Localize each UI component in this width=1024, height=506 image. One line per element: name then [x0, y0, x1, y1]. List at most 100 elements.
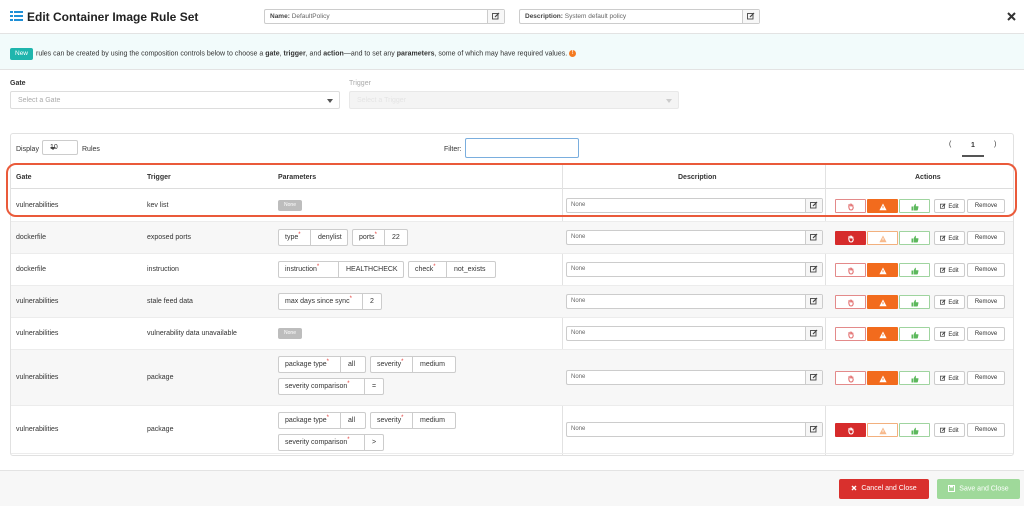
go-action-button[interactable] [899, 423, 930, 437]
param-chip: type* denylist [278, 229, 348, 246]
go-action-button[interactable] [899, 327, 930, 341]
edit-icon [810, 425, 818, 433]
edit-label: Edit [948, 204, 959, 210]
rule-description-field[interactable]: None [566, 294, 823, 309]
remove-rule-button[interactable]: Remove [967, 263, 1005, 277]
description-placeholder: None [571, 426, 586, 432]
param-value: all [348, 361, 356, 368]
description-value: System default policy [564, 13, 627, 20]
stop-action-button[interactable] [835, 327, 866, 341]
name-field[interactable]: Name: DefaultPolicy [264, 9, 505, 24]
edit-icon [810, 265, 818, 273]
edit-icon [492, 12, 500, 20]
close-icon[interactable] [1007, 12, 1016, 21]
edit-rule-button[interactable]: Edit [934, 199, 965, 213]
remove-rule-button[interactable]: Remove [967, 231, 1005, 245]
rule-description-field[interactable]: None [566, 198, 823, 213]
description-field[interactable]: Description: System default policy [519, 9, 760, 24]
warn-action-button[interactable] [867, 199, 898, 213]
edit-description-button[interactable] [805, 423, 822, 436]
edit-icon [940, 299, 946, 305]
edit-name-button[interactable] [487, 10, 504, 23]
prev-page-button[interactable]: ( [949, 141, 951, 148]
thumbs-up-icon [911, 299, 919, 307]
edit-rule-button[interactable]: Edit [934, 263, 965, 277]
param-key: max days since sync* [279, 294, 363, 309]
rule-description-field[interactable]: None [566, 326, 823, 341]
stop-hand-icon [848, 427, 854, 435]
banner-parameters-word: parameters [396, 50, 435, 58]
param-chip: package type* all [278, 412, 366, 429]
edit-description-button[interactable] [805, 371, 822, 384]
col-description[interactable]: Description [678, 174, 717, 181]
row-gate: vulnerabilities [16, 202, 59, 209]
param-key-text: severity [377, 417, 402, 424]
cancel-and-close-button[interactable]: Cancel and Close [839, 479, 929, 499]
go-action-button[interactable] [899, 199, 930, 213]
remove-rule-button[interactable]: Remove [967, 423, 1005, 437]
remove-rule-button[interactable]: Remove [967, 199, 1005, 213]
save-and-close-button: Save and Close [937, 479, 1020, 499]
edit-rule-button[interactable]: Edit [934, 295, 965, 309]
edit-description-button[interactable] [805, 327, 822, 340]
remove-rule-button[interactable]: Remove [967, 327, 1005, 341]
rule-description-field[interactable]: None [566, 230, 823, 245]
stop-action-button[interactable] [835, 231, 866, 245]
col-gate[interactable]: Gate [16, 174, 32, 181]
warn-action-button[interactable] [867, 423, 898, 437]
edit-description-button[interactable] [742, 10, 759, 23]
stop-action-button[interactable] [835, 199, 866, 213]
param-key: package type* [279, 413, 341, 428]
page-size-select[interactable]: 10 [42, 140, 78, 155]
warn-action-button[interactable] [867, 327, 898, 341]
stop-action-button[interactable] [835, 295, 866, 309]
rule-description-field[interactable]: None [566, 262, 823, 277]
row-trigger: package [147, 426, 174, 433]
stop-action-button[interactable] [835, 423, 866, 437]
filter-input[interactable] [465, 138, 579, 158]
info-icon[interactable]: ! [569, 50, 577, 57]
edit-description-button[interactable] [805, 199, 822, 212]
warn-action-button[interactable] [867, 295, 898, 309]
table-row: dockerfile exposed ports type* denylist port… [11, 222, 1013, 254]
edit-description-button[interactable] [805, 263, 822, 276]
col-trigger[interactable]: Trigger [147, 174, 171, 181]
edit-rule-button[interactable]: Edit [934, 327, 965, 341]
param-chip: severity* medium [370, 412, 456, 429]
row-gate: dockerfile [16, 266, 46, 273]
gate-select[interactable]: Select a Gate [10, 91, 340, 109]
banner-action-word: action [323, 50, 344, 58]
param-key: severity* [371, 413, 413, 428]
description-placeholder: None [571, 266, 586, 272]
chevron-down-icon [50, 147, 56, 150]
go-action-button[interactable] [899, 371, 930, 385]
edit-description-button[interactable] [805, 295, 822, 308]
edit-rule-button[interactable]: Edit [934, 371, 965, 385]
next-page-button[interactable]: ) [994, 141, 996, 148]
warn-action-button[interactable] [867, 231, 898, 245]
param-key-text: severity [377, 361, 402, 368]
remove-rule-button[interactable]: Remove [967, 371, 1005, 385]
edit-rule-button[interactable]: Edit [934, 423, 965, 437]
rule-description-field[interactable]: None [566, 370, 823, 385]
warn-action-button[interactable] [867, 263, 898, 277]
stop-action-button[interactable] [835, 263, 866, 277]
warn-action-button[interactable] [867, 371, 898, 385]
col-parameters[interactable]: Parameters [278, 174, 316, 181]
info-banner: New rules can be created by using the co… [0, 34, 1024, 70]
remove-rule-button[interactable]: Remove [967, 295, 1005, 309]
edit-description-button[interactable] [805, 231, 822, 244]
go-action-button[interactable] [899, 231, 930, 245]
row-gate: vulnerabilities [16, 330, 59, 337]
save-icon [948, 485, 956, 492]
go-action-button[interactable] [899, 263, 930, 277]
page-1-button[interactable]: 1 [962, 139, 984, 157]
thumbs-up-icon [911, 427, 919, 435]
rule-description-field[interactable]: None [566, 422, 823, 437]
go-action-button[interactable] [899, 295, 930, 309]
param-key: severity comparison* [279, 435, 365, 450]
param-key: check* [409, 262, 447, 277]
edit-label: Edit [948, 236, 959, 242]
edit-rule-button[interactable]: Edit [934, 231, 965, 245]
stop-action-button[interactable] [835, 371, 866, 385]
